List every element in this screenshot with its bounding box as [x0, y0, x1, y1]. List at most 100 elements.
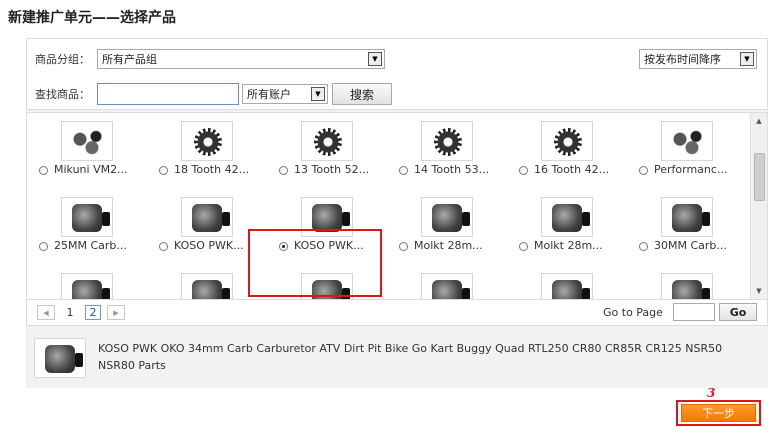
- chevron-right-icon[interactable]: ▶: [107, 305, 125, 320]
- product-image[interactable]: [541, 273, 593, 299]
- product-item[interactable]: [633, 273, 751, 299]
- selected-product-image: [34, 338, 86, 378]
- product-item[interactable]: Molkt 28m...: [513, 197, 631, 265]
- product-radio[interactable]: [159, 166, 168, 175]
- product-radio[interactable]: [39, 242, 48, 251]
- product-label: 14 Tooth 53...: [414, 163, 490, 176]
- product-label: 25MM Carb...: [54, 239, 127, 252]
- product-image[interactable]: [301, 121, 353, 161]
- group-select-value: 所有产品组: [102, 53, 157, 66]
- sprocket-icon: [314, 128, 342, 156]
- chevron-down-icon[interactable]: ▼: [740, 52, 754, 66]
- product-radio[interactable]: [399, 166, 408, 175]
- product-item[interactable]: [513, 273, 631, 299]
- chevron-left-icon[interactable]: ◀: [37, 305, 55, 320]
- scrollbar-thumb[interactable]: [754, 153, 765, 201]
- product-image[interactable]: [541, 121, 593, 161]
- sprocket-icon: [434, 128, 462, 156]
- product-radio[interactable]: [519, 166, 528, 175]
- product-image[interactable]: [181, 121, 233, 161]
- sort-select-value: 按发布时间降序: [644, 53, 721, 66]
- product-label: Molkt 28m...: [534, 239, 603, 252]
- product-label: 16 Tooth 42...: [534, 163, 610, 176]
- product-image[interactable]: [181, 197, 233, 237]
- product-image[interactable]: [61, 121, 113, 161]
- product-label: 18 Tooth 42...: [174, 163, 250, 176]
- product-item[interactable]: 25MM Carb...: [33, 197, 151, 265]
- carburetor-icon: [72, 280, 110, 299]
- carburetor-icon: [672, 204, 710, 232]
- search-label: 查找商品：: [35, 88, 90, 101]
- product-item[interactable]: 18 Tooth 42...: [153, 121, 271, 189]
- product-image[interactable]: [661, 273, 713, 299]
- product-image[interactable]: [61, 197, 113, 237]
- product-radio[interactable]: [399, 242, 408, 251]
- kit-icon: [68, 128, 108, 156]
- kit-icon: [668, 128, 708, 156]
- search-input[interactable]: [97, 83, 239, 105]
- product-item[interactable]: Mikuni VM2...: [33, 121, 151, 189]
- product-item[interactable]: [393, 273, 511, 299]
- scroll-down-icon[interactable]: ▼: [754, 286, 764, 296]
- product-item[interactable]: Performanc...: [633, 121, 751, 189]
- product-image[interactable]: [421, 121, 473, 161]
- selection-highlight: [248, 229, 382, 297]
- product-image[interactable]: [541, 197, 593, 237]
- product-label: Mikuni VM2...: [54, 163, 128, 176]
- page-1-link[interactable]: 1: [62, 305, 78, 320]
- product-radio[interactable]: [519, 242, 528, 251]
- goto-page-input[interactable]: [673, 303, 715, 321]
- go-button[interactable]: Go: [719, 303, 757, 321]
- product-item[interactable]: 16 Tooth 42...: [513, 121, 631, 189]
- search-button[interactable]: 搜索: [332, 83, 392, 105]
- product-label: 30MM Carb...: [654, 239, 727, 252]
- product-image[interactable]: [421, 273, 473, 299]
- account-select[interactable]: 所有账户 ▼: [242, 84, 328, 104]
- carburetor-icon: [72, 204, 110, 232]
- goto-page-label: Go to Page: [603, 306, 663, 319]
- product-image[interactable]: [661, 121, 713, 161]
- carburetor-icon: [432, 280, 470, 299]
- pagination-bar: ◀ 1 2 ▶ Go to Page Go: [26, 300, 768, 326]
- product-item[interactable]: 30MM Carb...: [633, 197, 751, 265]
- product-image[interactable]: [181, 273, 233, 299]
- product-item[interactable]: 14 Tooth 53...: [393, 121, 511, 189]
- product-image[interactable]: [61, 273, 113, 299]
- product-radio[interactable]: [639, 242, 648, 251]
- product-item[interactable]: Molkt 28m...: [393, 197, 511, 265]
- group-label: 商品分组：: [35, 53, 90, 66]
- sprocket-icon: [194, 128, 222, 156]
- carburetor-icon: [432, 204, 470, 232]
- next-step-button[interactable]: 下一步: [681, 404, 756, 422]
- account-select-value: 所有账户: [247, 88, 291, 101]
- group-select[interactable]: 所有产品组 ▼: [97, 49, 385, 69]
- product-item[interactable]: [33, 273, 151, 299]
- product-label: Performanc...: [654, 163, 728, 176]
- product-label: 13 Tooth 52...: [294, 163, 370, 176]
- product-image[interactable]: [421, 197, 473, 237]
- product-radio[interactable]: [279, 166, 288, 175]
- page-2-link[interactable]: 2: [85, 305, 101, 320]
- grid-scrollbar[interactable]: ▲ ▼: [750, 113, 767, 299]
- step-marker: 3: [707, 386, 716, 400]
- carburetor-icon: [552, 204, 590, 232]
- product-radio[interactable]: [39, 166, 48, 175]
- chevron-down-icon[interactable]: ▼: [368, 52, 382, 66]
- group-filter-row: 商品分组： 所有产品组 ▼: [35, 49, 385, 69]
- page-title: 新建推广单元——选择产品: [8, 10, 176, 26]
- product-label: Molkt 28m...: [414, 239, 483, 252]
- product-image[interactable]: [661, 197, 713, 237]
- product-radio[interactable]: [159, 242, 168, 251]
- filter-box: 商品分组： 所有产品组 ▼ 按发布时间降序 ▼ 查找商品： 所有账户 ▼ 搜索: [26, 38, 768, 110]
- sprocket-icon: [554, 128, 582, 156]
- product-item[interactable]: 13 Tooth 52...: [273, 121, 391, 189]
- product-radio[interactable]: [639, 166, 648, 175]
- carburetor-icon: [552, 280, 590, 299]
- carburetor-icon: [192, 204, 230, 232]
- carburetor-icon: [672, 280, 710, 299]
- carburetor-icon: [312, 204, 350, 232]
- chevron-down-icon[interactable]: ▼: [311, 87, 325, 101]
- sort-select[interactable]: 按发布时间降序 ▼: [639, 49, 757, 69]
- scroll-up-icon[interactable]: ▲: [754, 116, 764, 126]
- selected-product-box: KOSO PWK OKO 34mm Carb Carburetor ATV Di…: [26, 334, 768, 388]
